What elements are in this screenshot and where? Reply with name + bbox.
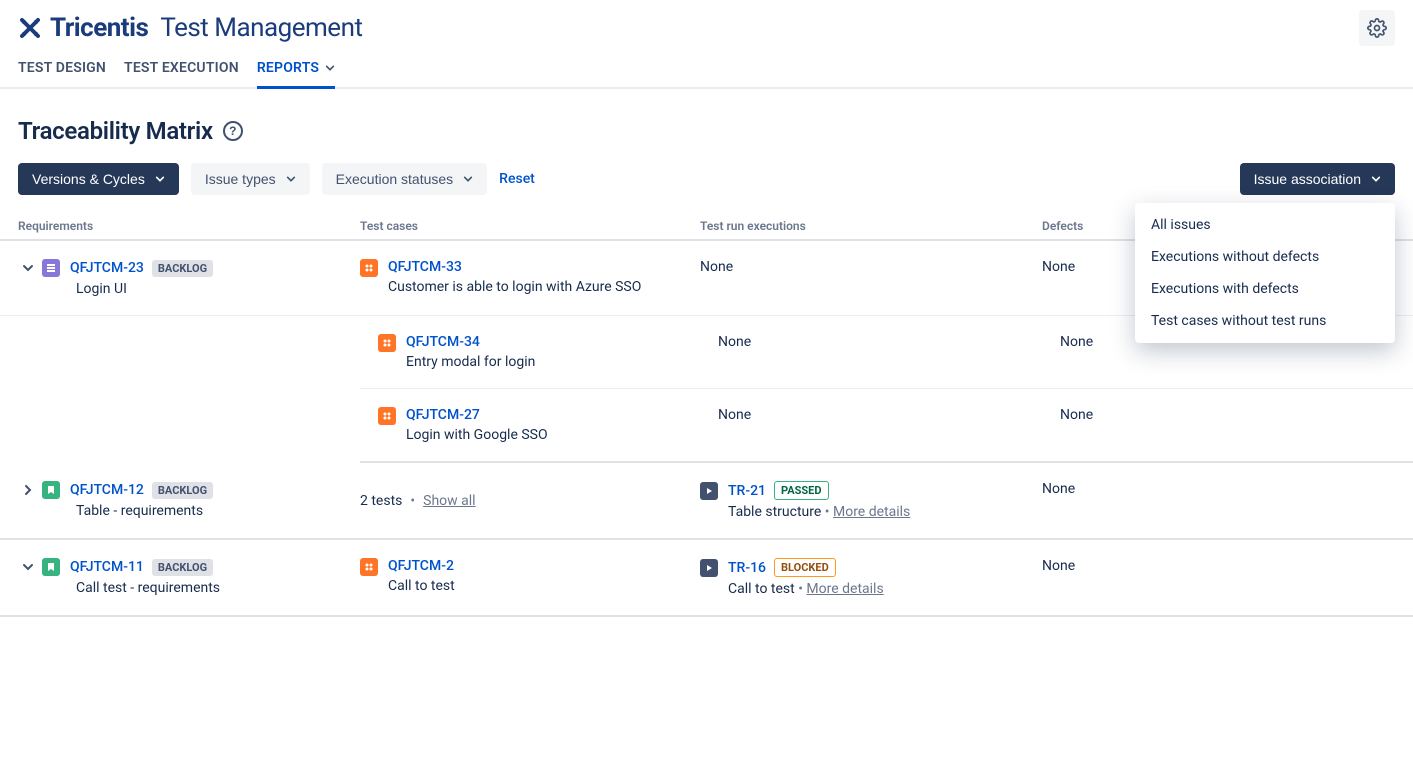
issue-association-menu: All issues Executions without defects Ex…: [1135, 203, 1395, 343]
chevron-down-icon: [1371, 174, 1381, 184]
testcase-icon: [378, 407, 396, 425]
issue-association-filter[interactable]: Issue association: [1240, 163, 1395, 195]
status-badge: BACKLOG: [152, 260, 213, 277]
chevron-down-icon: [325, 63, 335, 73]
settings-button[interactable]: [1359, 10, 1395, 46]
defects-none: None: [1042, 558, 1075, 574]
chevron-down-icon: [155, 174, 165, 184]
testrun-link[interactable]: TR-21: [728, 483, 766, 499]
col-header-executions: Test run executions: [700, 219, 1042, 233]
col-header-requirements: Requirements: [18, 219, 360, 233]
defects-none: None: [1060, 334, 1093, 350]
requirement-link[interactable]: QFJTCM-11: [70, 559, 144, 575]
execution-statuses-label: Execution statuses: [336, 171, 454, 187]
more-details-link[interactable]: More details: [806, 581, 883, 597]
status-badge: BACKLOG: [152, 482, 213, 499]
nav-tabs: TEST DESIGN TEST EXECUTION REPORTS: [0, 46, 1413, 89]
testcase-link[interactable]: QFJTCM-34: [406, 334, 535, 350]
testcase-title: Call to test: [388, 578, 455, 594]
testcase-icon: [360, 259, 378, 277]
brand-text: Tricentis: [50, 13, 148, 43]
page-title: Traceability Matrix: [18, 117, 213, 145]
issue-types-label: Issue types: [205, 171, 276, 187]
requirement-link[interactable]: QFJTCM-23: [70, 260, 144, 276]
requirement-link[interactable]: QFJTCM-12: [70, 482, 144, 498]
issue-assoc-option-without-defects[interactable]: Executions without defects: [1135, 241, 1395, 273]
chevron-down-icon: [463, 174, 473, 184]
issue-assoc-option-no-testruns[interactable]: Test cases without test runs: [1135, 305, 1395, 337]
issue-assoc-option-with-defects[interactable]: Executions with defects: [1135, 273, 1395, 305]
more-details-link[interactable]: More details: [833, 504, 910, 520]
expand-toggle[interactable]: [18, 262, 38, 274]
defects-none: None: [1042, 259, 1075, 275]
requirement-title: Table - requirements: [76, 503, 360, 519]
gear-icon: [1367, 18, 1387, 38]
testcase-icon: [378, 334, 396, 352]
versions-cycles-filter[interactable]: Versions & Cycles: [18, 163, 179, 195]
exec-none: None: [718, 334, 751, 350]
requirement-title: Call test - requirements: [76, 580, 360, 596]
testrun-icon: [700, 559, 718, 577]
requirement-title: Login UI: [76, 281, 360, 297]
testcase-link[interactable]: QFJTCM-33: [388, 259, 641, 275]
versions-cycles-label: Versions & Cycles: [32, 171, 145, 187]
show-all-link[interactable]: Show all: [423, 493, 475, 509]
brand: Tricentis Test Management: [18, 13, 362, 43]
separator-dot: •: [410, 493, 415, 509]
issue-association-label: Issue association: [1254, 171, 1361, 187]
separator-dot: •: [825, 504, 833, 520]
testcase-link[interactable]: QFJTCM-2: [388, 558, 455, 574]
tab-reports-label: REPORTS: [257, 60, 319, 76]
expand-toggle[interactable]: [18, 484, 38, 496]
brand-logo-icon: [18, 16, 42, 40]
testcase-link[interactable]: QFJTCM-27: [406, 407, 548, 423]
testrun-title: Table structure: [728, 504, 821, 520]
testcase-title: Login with Google SSO: [406, 427, 548, 443]
exec-none: None: [718, 407, 751, 423]
expand-toggle[interactable]: [18, 561, 38, 573]
run-status-badge: BLOCKED: [774, 558, 836, 577]
testrun-title: Call to test: [728, 581, 795, 597]
testrun-link[interactable]: TR-16: [728, 560, 766, 576]
testcase-title: Customer is able to login with Azure SSO: [388, 279, 641, 295]
issue-assoc-option-all[interactable]: All issues: [1135, 209, 1395, 241]
app-name: Test Management: [160, 13, 362, 43]
testcase-icon: [360, 558, 378, 576]
defects-none: None: [1060, 407, 1093, 423]
story-icon: [42, 481, 60, 499]
tab-test-execution[interactable]: TEST EXECUTION: [124, 60, 239, 89]
tab-test-design[interactable]: TEST DESIGN: [18, 60, 106, 89]
run-status-badge: PASSED: [774, 481, 828, 500]
chevron-down-icon: [286, 174, 296, 184]
reset-filters-link[interactable]: Reset: [499, 171, 535, 187]
defects-none: None: [1042, 481, 1075, 497]
help-button[interactable]: ?: [223, 121, 243, 141]
testrun-icon: [700, 482, 718, 500]
execution-statuses-filter[interactable]: Execution statuses: [322, 163, 488, 195]
issue-types-filter[interactable]: Issue types: [191, 163, 310, 195]
testcase-title: Entry modal for login: [406, 354, 535, 370]
col-header-testcases: Test cases: [360, 219, 700, 233]
epic-icon: [42, 259, 60, 277]
tab-reports[interactable]: REPORTS: [257, 60, 335, 89]
tests-summary: 2 tests: [360, 493, 402, 509]
exec-none: None: [700, 259, 733, 275]
story-icon: [42, 558, 60, 576]
status-badge: BACKLOG: [152, 559, 213, 576]
